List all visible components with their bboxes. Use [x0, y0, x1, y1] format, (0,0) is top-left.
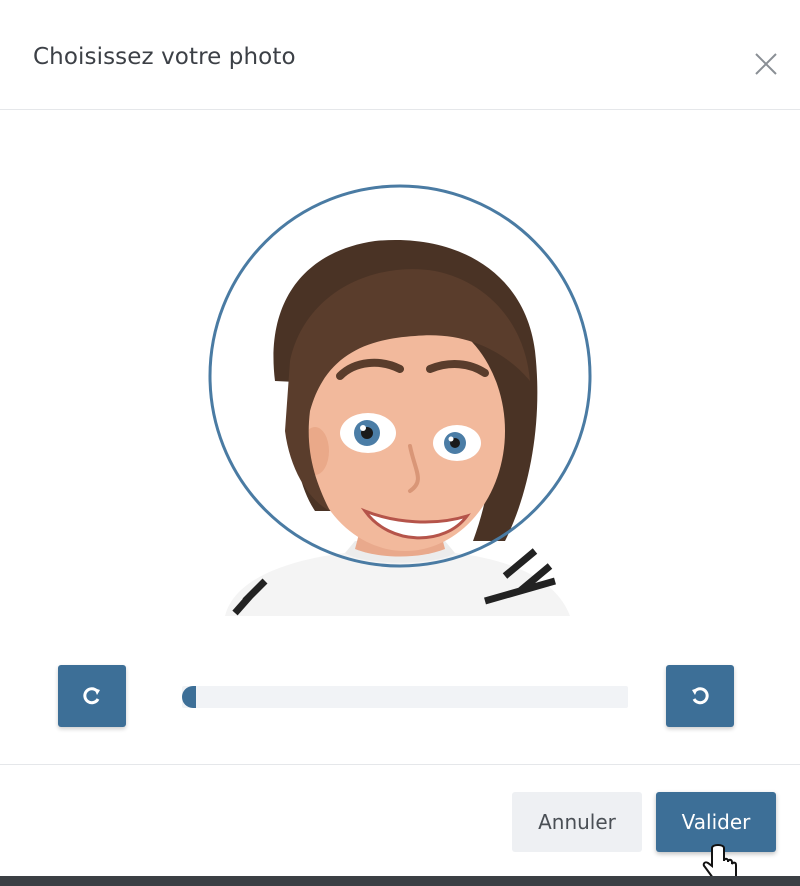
zoom-slider-handle[interactable] — [182, 686, 196, 708]
close-button[interactable] — [752, 50, 780, 78]
crop-area[interactable] — [205, 181, 605, 616]
dialog-footer: Annuler Valider — [0, 764, 800, 878]
cancel-button[interactable]: Annuler — [512, 792, 642, 852]
dialog-header: Choisissez votre photo — [0, 0, 800, 110]
close-icon — [755, 53, 777, 75]
zoom-slider[interactable] — [182, 686, 628, 708]
confirm-button[interactable]: Valider — [656, 792, 776, 852]
rotate-counterclockwise-icon — [692, 687, 709, 705]
dialog-title: Choisissez votre photo — [33, 44, 296, 70]
rotate-clockwise-icon — [83, 687, 100, 705]
toolbar-row — [0, 660, 800, 730]
avatar-photo — [208, 184, 592, 616]
rotate-left-button[interactable] — [58, 665, 126, 727]
page-bottom-bar — [0, 876, 800, 886]
rotate-right-button[interactable] — [666, 665, 734, 727]
